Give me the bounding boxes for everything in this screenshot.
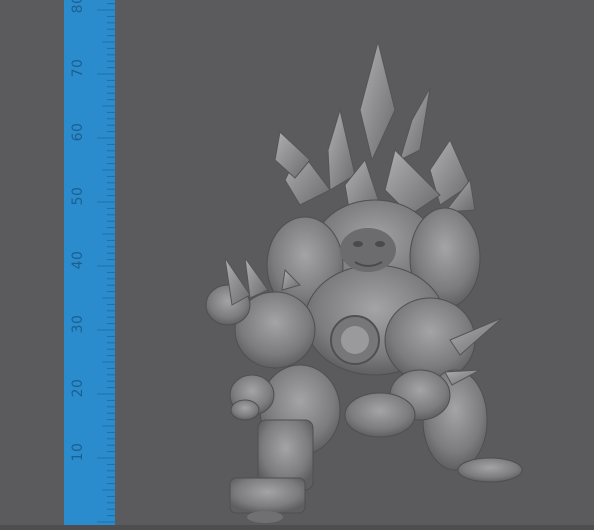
3d-viewport[interactable]: 80 70 60 50 40 30 20 10 — [0, 0, 594, 530]
sculpted-demon-figure-icon[interactable] — [0, 0, 594, 530]
viewport-bottom-edge — [0, 525, 594, 530]
crystal-crown — [274, 41, 476, 216]
demon-face — [340, 228, 396, 272]
